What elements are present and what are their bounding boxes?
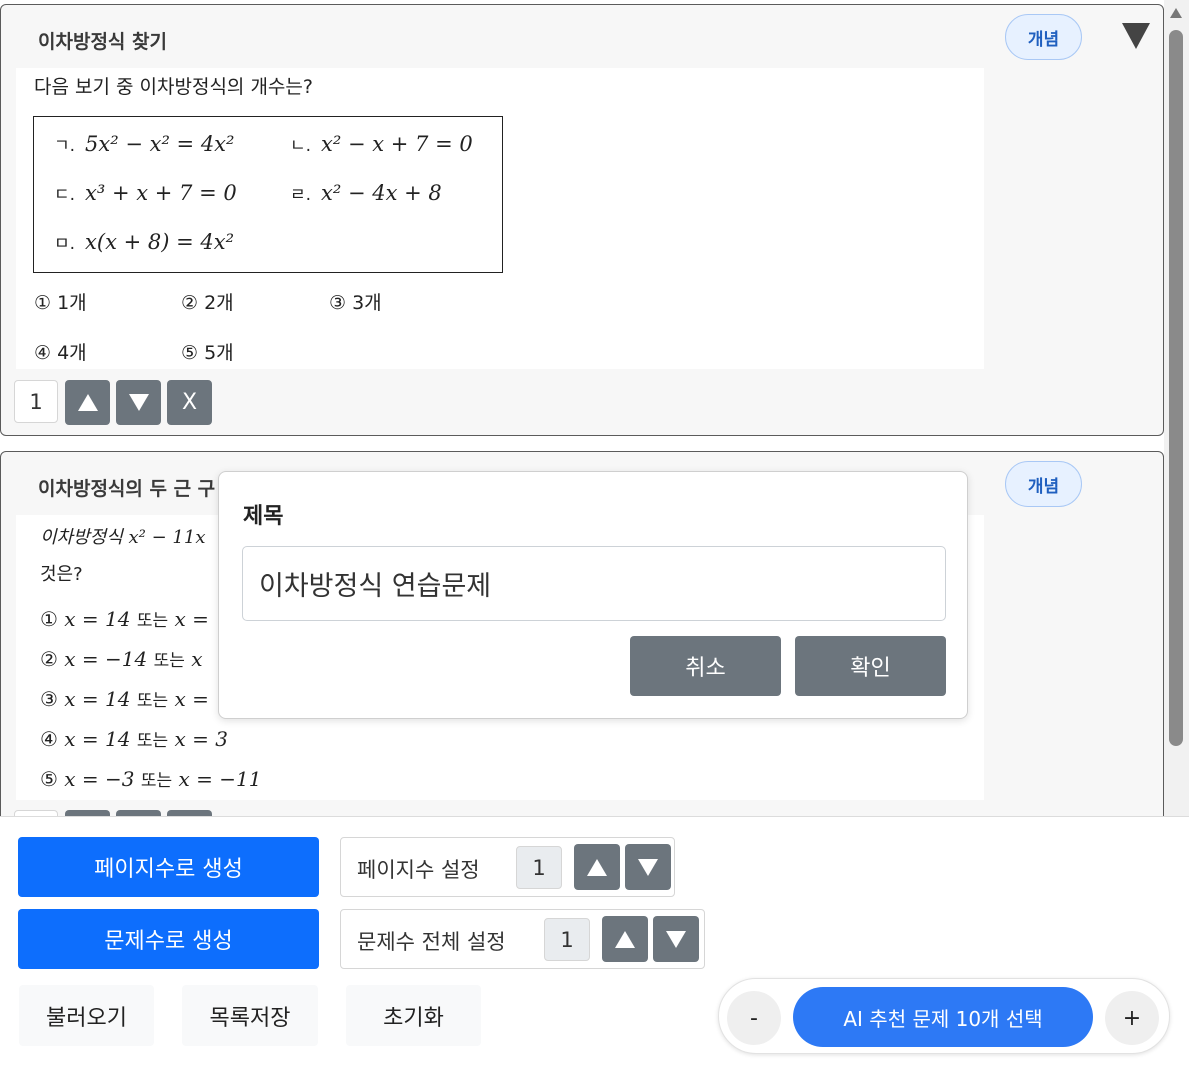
page-setting-value[interactable]: 1 (516, 846, 562, 889)
question-count-field[interactable]: 1 (14, 380, 58, 423)
triangle-up-icon (77, 394, 98, 411)
box-item-5: ㅁ. x(x + 8) = 4x² (54, 230, 234, 254)
triangle-down-icon (638, 858, 658, 876)
cancel-button[interactable]: 취소 (630, 636, 781, 696)
triangle-down-icon (128, 394, 149, 411)
question-prompt-line-1: 이차방정식 x² − 11x (40, 527, 206, 548)
dialog-title-label: 제목 (243, 504, 284, 529)
reset-button[interactable]: 초기화 (346, 985, 481, 1046)
scrollbar[interactable] (1164, 0, 1189, 816)
ai-recommend-button[interactable]: AI 추천 문제 10개 선택 (793, 987, 1093, 1047)
count-setting-group: 문제수 전체 설정 1 (340, 909, 705, 969)
triangle-up-icon (587, 858, 607, 876)
ai-decrease-button[interactable]: - (727, 991, 781, 1045)
concept-button[interactable]: 개념 (1005, 14, 1082, 60)
title-dialog: 제목 취소 확인 (218, 471, 968, 719)
count-setting-label: 문제수 전체 설정 (357, 930, 506, 954)
move-up-button[interactable] (65, 380, 110, 425)
move-down-button[interactable] (116, 380, 161, 425)
answer-option-4: ④ x = 14 또는 x = 3 (40, 727, 228, 751)
title-input[interactable] (242, 546, 946, 621)
answer-option-3: ③ 3개 (329, 292, 382, 314)
answer-option-3: ③ x = 14 또는 x = (40, 687, 209, 711)
page-setting-group: 페이지수 설정 1 (340, 837, 675, 897)
answer-option-2: ② x = −14 또는 x (40, 647, 203, 671)
box-item-4: ㄹ. x² − 4x + 8 (290, 181, 442, 205)
question-prompt: 다음 보기 중 이차방정식의 개수는? (34, 76, 313, 98)
question-title: 이차방정식 찾기 (38, 31, 167, 53)
generate-by-count-button[interactable]: 문제수로 생성 (18, 909, 319, 969)
generate-by-page-button[interactable]: 페이지수로 생성 (18, 837, 319, 897)
box-item-1: ㄱ. 5x² − x² = 4x² (54, 132, 235, 156)
box-item-2: ㄴ. x² − x + 7 = 0 (290, 132, 473, 156)
page-setting-label: 페이지수 설정 (357, 858, 480, 882)
question-prompt-line-2: 것은? (40, 564, 83, 585)
answer-option-4: ④ 4개 (34, 342, 87, 364)
question-card-1: 이차방정식 찾기 개념 다음 보기 중 이차방정식의 개수는? ㄱ. 5x² − … (0, 4, 1164, 436)
question-title: 이차방정식의 두 근 구 (38, 478, 216, 500)
answer-option-1: ① x = 14 또는 x = (40, 607, 209, 631)
answer-option-2: ② 2개 (181, 292, 234, 314)
answer-option-5: ⑤ x = −3 또는 x = −11 (40, 767, 262, 791)
load-button[interactable]: 불러오기 (19, 985, 154, 1046)
save-list-button[interactable]: 목록저장 (182, 985, 318, 1046)
question-paper: 다음 보기 중 이차방정식의 개수는? ㄱ. 5x² − x² = 4x² ㄴ. x… (16, 68, 984, 369)
scrollbar-thumb[interactable] (1169, 30, 1183, 746)
answer-option-1: ① 1개 (34, 292, 87, 314)
page-setting-down-button[interactable] (625, 844, 671, 890)
concept-button[interactable]: 개념 (1005, 461, 1082, 507)
collapse-triangle-icon[interactable] (1122, 23, 1150, 49)
count-setting-up-button[interactable] (602, 916, 648, 962)
choice-box: ㄱ. 5x² − x² = 4x² ㄴ. x² − x + 7 = 0 ㄷ. x³ +… (33, 116, 503, 273)
ai-recommend-group: - AI 추천 문제 10개 선택 + (718, 978, 1170, 1054)
triangle-up-icon (615, 930, 635, 948)
delete-question-button[interactable]: X (167, 380, 212, 425)
triangle-down-icon (666, 930, 686, 948)
confirm-button[interactable]: 확인 (795, 636, 946, 696)
answer-option-5: ⑤ 5개 (181, 342, 234, 364)
count-setting-value[interactable]: 1 (544, 918, 590, 961)
count-setting-down-button[interactable] (653, 916, 699, 962)
page-setting-up-button[interactable] (574, 844, 620, 890)
scroll-up-arrow-icon[interactable] (1170, 8, 1182, 18)
ai-increase-button[interactable]: + (1105, 991, 1159, 1045)
box-item-3: ㄷ. x³ + x + 7 = 0 (54, 181, 237, 205)
